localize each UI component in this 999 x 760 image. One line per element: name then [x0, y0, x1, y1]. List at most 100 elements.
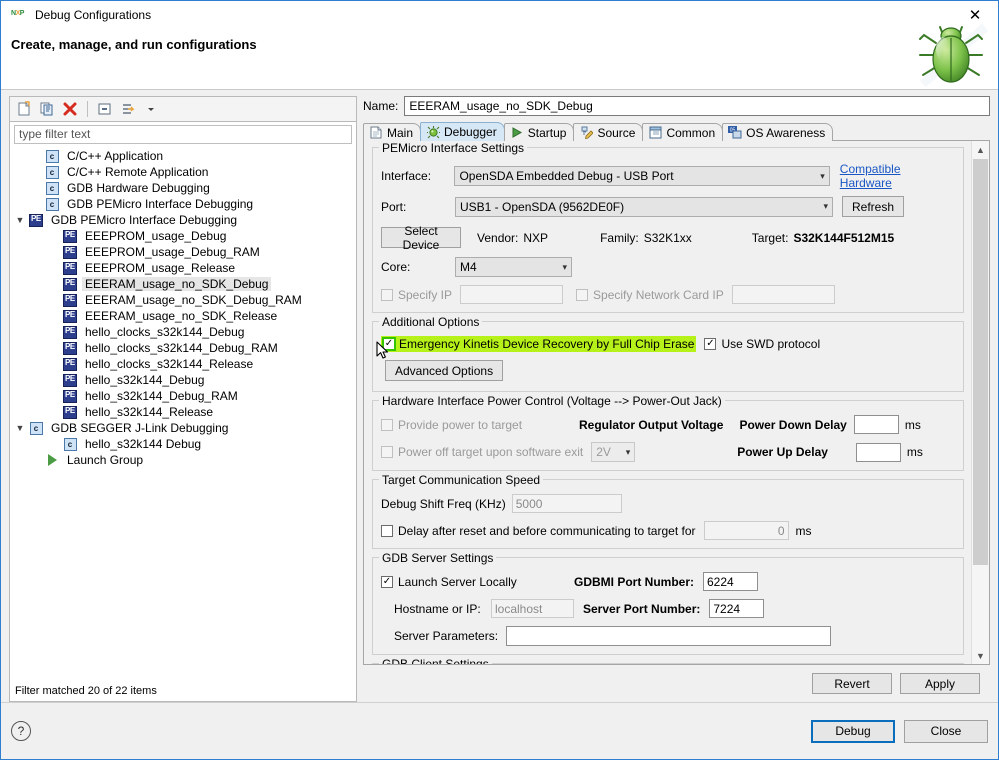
tree-item[interactable]: hello_s32k144_Debug_RAM [10, 388, 356, 404]
provide-power-checkbox[interactable] [381, 418, 393, 431]
pemicro-icon [63, 325, 77, 339]
tab-startup-label: Startup [527, 125, 567, 140]
tree-item-label: hello_clocks_s32k144_Debug_RAM [85, 341, 278, 355]
port-combo[interactable]: USB1 - OpenSDA (9562DE0F) ▾ [455, 196, 833, 217]
power-up-delay-input[interactable] [855, 442, 901, 462]
tab-startup[interactable]: Startup [503, 123, 575, 141]
provide-power-checkbox-row[interactable]: Provide power to target [381, 418, 571, 432]
tree-item-label: EEERAM_usage_no_SDK_Release [85, 309, 278, 323]
apply-revert-bar: Revert Apply [363, 665, 990, 702]
tree-item[interactable]: EEERAM_usage_no_SDK_Release [10, 308, 356, 324]
tree-item[interactable]: c hello_s32k144 Debug [10, 436, 356, 452]
tree-item[interactable]: Launch Group [10, 452, 356, 468]
interface-combo[interactable]: OpenSDA Embedded Debug - USB Port ▾ [454, 166, 830, 186]
ip-row: Specify IP Specify Network Card IP [381, 285, 955, 304]
specify-network-card-ip-input[interactable] [731, 285, 835, 304]
collapse-all-icon[interactable] [95, 99, 115, 119]
specify-ip-checkbox-row[interactable]: Specify IP [381, 288, 452, 302]
tree-item[interactable]: ▼ GDB PEMicro Interface Debugging [10, 212, 356, 228]
pemicro-icon [63, 229, 77, 243]
compatible-hardware-link[interactable]: Compatible Hardware [840, 162, 955, 190]
debugger-icon [426, 125, 440, 139]
tree-item[interactable]: hello_clocks_s32k144_Release [10, 356, 356, 372]
configurations-tree[interactable]: c C/C++ Application c C/C++ Remote Applicat… [9, 146, 357, 702]
power-down-delay-input[interactable] [853, 415, 899, 434]
tree-twisty-placeholder [46, 404, 62, 420]
close-button[interactable]: Close [904, 719, 988, 743]
emergency-recovery-checkbox[interactable]: ✓ [382, 337, 396, 351]
specify-ip-checkbox[interactable] [381, 288, 393, 301]
chevron-down-icon[interactable]: ▼ [12, 420, 28, 436]
filter-configurations-icon[interactable] [118, 99, 138, 119]
revert-button[interactable]: Revert [812, 673, 892, 694]
tree-item[interactable]: EEEPROM_usage_Debug_RAM [10, 244, 356, 260]
target-value: S32K144F512M15 [793, 230, 895, 245]
specify-network-card-ip-checkbox[interactable] [576, 288, 589, 301]
hostname-input[interactable] [491, 599, 574, 618]
gdbmi-port-input[interactable] [703, 572, 758, 591]
tree-toolbar [9, 96, 357, 121]
delay-after-reset-checkbox[interactable] [381, 524, 393, 537]
tab-source[interactable]: Source [573, 123, 644, 141]
tree-item[interactable]: EEERAM_usage_no_SDK_Debug_RAM [10, 292, 356, 308]
delete-configuration-icon[interactable] [60, 99, 80, 119]
tree-twisty-placeholder [46, 340, 62, 356]
debugger-vertical-scrollbar[interactable]: ▲ ▼ [971, 141, 989, 664]
power-off-exit-checkbox[interactable] [381, 446, 393, 458]
server-parameters-input[interactable] [506, 626, 832, 646]
tree-item[interactable]: c C/C++ Remote Application [10, 164, 356, 180]
apply-button[interactable]: Apply [900, 673, 980, 694]
tree-item[interactable]: c GDB PEMicro Interface Debugging [10, 196, 356, 212]
port-label: Port: [381, 199, 407, 214]
tree-item[interactable]: hello_s32k144_Release [10, 404, 356, 420]
tree-item[interactable]: hello_clocks_s32k144_Debug_RAM [10, 340, 356, 356]
shift-freq-input[interactable] [511, 494, 622, 513]
scroll-up-arrow-icon[interactable]: ▲ [972, 141, 989, 158]
select-device-button[interactable]: Select Device [381, 224, 461, 252]
tree-item[interactable]: EEEPROM_usage_Release [10, 260, 356, 276]
configuration-name-input[interactable] [404, 96, 990, 116]
tree-item[interactable]: hello_clocks_s32k144_Debug [10, 324, 356, 340]
dialog-body: c C/C++ Application c C/C++ Remote Applicat… [1, 90, 998, 702]
launch-server-locally-checkbox[interactable]: ✓ [381, 575, 393, 588]
server-port-input[interactable] [709, 599, 765, 618]
tree-item[interactable]: c GDB Hardware Debugging [10, 180, 356, 196]
tree-item[interactable]: ▼ c GDB SEGGER J-Link Debugging [10, 420, 356, 436]
family-label: Family: [600, 230, 639, 245]
specify-network-card-ip-checkbox-row[interactable]: Specify Network Card IP [576, 288, 724, 302]
power-off-exit-checkbox-row[interactable]: Power off target upon software exit [381, 445, 583, 459]
tab-os-awareness[interactable]: 05 OS Awareness [722, 123, 834, 141]
filter-input[interactable] [14, 125, 352, 144]
regulator-voltage-combo[interactable]: 2V ▾ [591, 442, 636, 462]
tab-debugger[interactable]: Debugger [420, 122, 505, 141]
debug-button[interactable]: Debug [811, 719, 895, 743]
advanced-options-button[interactable]: Advanced Options [385, 360, 504, 381]
tree-item[interactable]: c C/C++ Application [10, 148, 356, 164]
gdbmi-port-label: GDBMI Port Number: [574, 574, 694, 589]
view-menu-chevron-icon[interactable] [141, 99, 161, 119]
server-parameters-label: Server Parameters: [394, 629, 499, 643]
new-configuration-icon[interactable] [14, 99, 34, 119]
title-bar: NXP Debug Configurations ✕ [1, 1, 998, 29]
emergency-recovery-checkbox-row[interactable]: ✓ Emergency Kinetis Device Recovery by F… [381, 336, 697, 352]
delay-after-reset-input[interactable] [703, 521, 789, 540]
chevron-down-icon[interactable]: ▼ [12, 212, 28, 228]
specify-ip-input[interactable] [460, 285, 564, 304]
duplicate-configuration-icon[interactable] [37, 99, 57, 119]
tree-item[interactable]: hello_s32k144_Debug [10, 372, 356, 388]
launch-server-locally-checkbox-row[interactable]: ✓ Launch Server Locally [381, 575, 574, 589]
tab-common[interactable]: Common [642, 123, 724, 141]
scrollbar-thumb[interactable] [973, 159, 988, 565]
help-question-icon[interactable]: ? [11, 721, 31, 741]
tree-item[interactable]: EEERAM_usage_no_SDK_Debug [10, 276, 356, 292]
delay-after-reset-checkbox-row[interactable]: Delay after reset and before communicati… [381, 524, 696, 538]
tree-item-label: hello_clocks_s32k144_Release [85, 357, 254, 371]
refresh-button[interactable]: Refresh [842, 196, 905, 217]
scroll-down-arrow-icon[interactable]: ▼ [972, 647, 989, 664]
tab-main[interactable]: Main [363, 123, 422, 141]
regulator-voltage-value: 2V [596, 445, 611, 459]
use-swd-protocol-checkbox[interactable]: ✓ [704, 338, 717, 350]
tree-item[interactable]: EEEPROM_usage_Debug [10, 228, 356, 244]
use-swd-protocol-checkbox-row[interactable]: ✓ Use SWD protocol [704, 337, 820, 351]
core-combo[interactable]: M4 ▾ [455, 257, 572, 277]
